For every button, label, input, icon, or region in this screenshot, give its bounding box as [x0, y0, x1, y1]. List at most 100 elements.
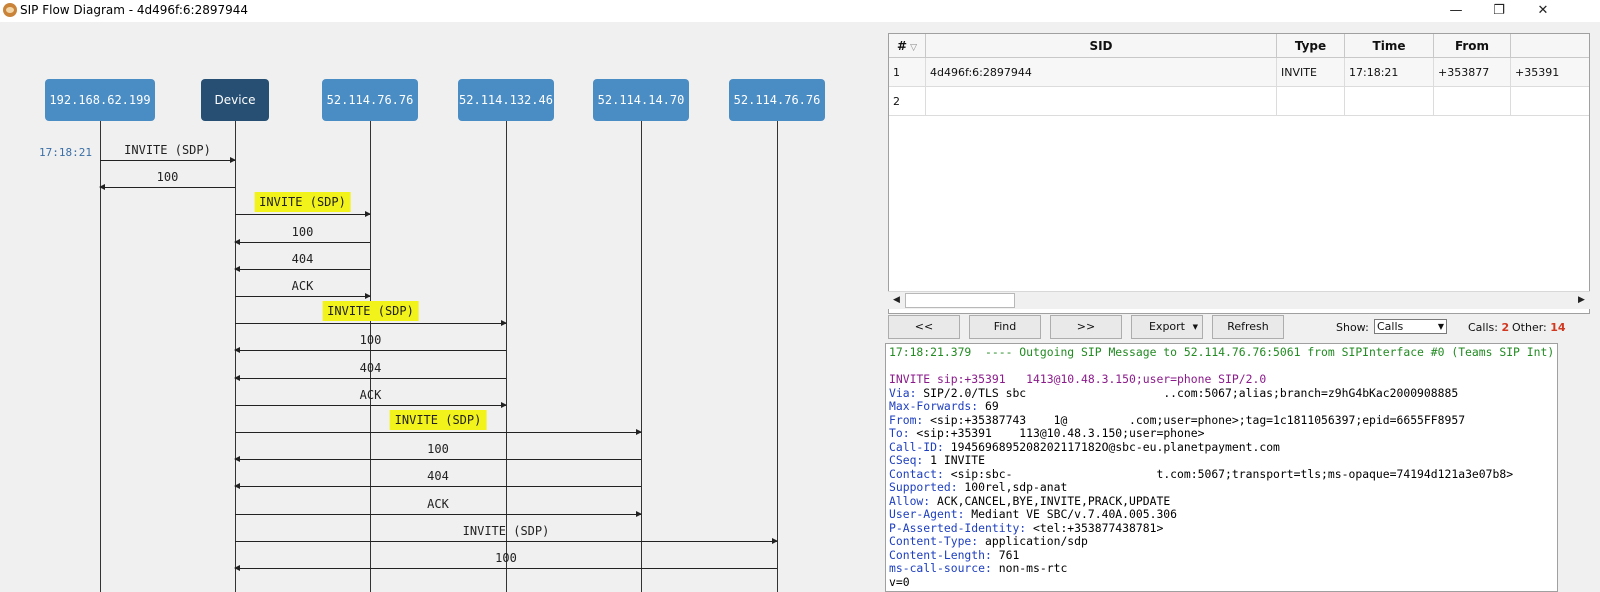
message-label[interactable]: 404	[357, 361, 385, 375]
other-label: Other:	[1512, 321, 1547, 334]
lifeline	[370, 120, 371, 592]
message-arrow[interactable]	[99, 184, 235, 190]
log-line: 17:18:21.379 ---- Outgoing SIP Message t…	[889, 345, 1557, 360]
restore-button[interactable]: ❐	[1477, 0, 1521, 22]
endpoint-box[interactable]: 192.168.62.199	[45, 79, 155, 121]
column-header-num[interactable]: # ▽	[889, 34, 926, 58]
next-button[interactable]: >>	[1050, 315, 1122, 339]
message-label[interactable]: INVITE (SDP)	[254, 192, 351, 212]
message-label[interactable]: 404	[424, 469, 452, 483]
column-header-type[interactable]: Type	[1277, 34, 1345, 58]
log-text: INVITE sip:+35391 1413@10.48.3.150;user=…	[889, 372, 1267, 386]
message-label[interactable]: 100	[289, 225, 317, 239]
scroll-left-icon[interactable]: ◀	[888, 292, 905, 309]
sip-message-log[interactable]: 17:18:21.379 ---- Outgoing SIP Message t…	[885, 343, 1558, 592]
minimize-button[interactable]: —	[1434, 0, 1478, 22]
message-arrow[interactable]	[235, 320, 507, 326]
header-name: Max-Forwards:	[889, 399, 979, 413]
message-arrow[interactable]	[235, 429, 642, 435]
column-header-more[interactable]	[1511, 34, 1589, 58]
header-name: ms-call-source:	[889, 561, 992, 575]
message-arrow[interactable]	[234, 239, 370, 245]
select-arrow-icon: ▼	[1437, 322, 1444, 331]
message-arrow[interactable]	[235, 511, 642, 517]
header-name: Allow:	[889, 493, 931, 508]
log-text: v=0	[889, 574, 910, 589]
table-row[interactable]: 2	[889, 87, 1589, 116]
refresh-button[interactable]: Refresh	[1212, 315, 1284, 339]
scroll-thumb[interactable]	[905, 293, 1015, 308]
title-bar: SIP Flow Diagram - 4d496f:6:2897944 — ❐ …	[0, 0, 1600, 22]
header-name: Supported:	[889, 480, 958, 494]
header-value: 69	[978, 399, 999, 413]
message-label[interactable]: 100	[154, 170, 182, 184]
header-value: 761	[991, 547, 1020, 562]
message-label[interactable]: 404	[289, 252, 317, 266]
message-time: 17:18:21	[39, 146, 92, 159]
cell-time: 17:18:21	[1345, 58, 1434, 87]
message-label[interactable]: 100	[357, 333, 385, 347]
cell-num: 2	[889, 87, 926, 116]
message-label[interactable]: 100	[492, 551, 520, 565]
header-name: Call-ID:	[889, 439, 944, 454]
sip-flow-diagram[interactable]: 17:18:21 192.168.62.199 Device 52.114.76.7…	[0, 22, 885, 592]
message-arrow[interactable]	[234, 347, 506, 353]
column-header-from[interactable]: From	[1434, 34, 1511, 58]
endpoint-box[interactable]: 52.114.132.46	[458, 79, 554, 121]
calls-label: Calls:	[1468, 321, 1498, 334]
message-arrow[interactable]	[235, 293, 371, 299]
horizontal-scrollbar[interactable]: ◀ ▶	[888, 291, 1590, 309]
message-label[interactable]: ACK	[289, 279, 317, 293]
table-row[interactable]: 1 4d496f:6:2897944 INVITE 17:18:21 +3538…	[889, 58, 1589, 87]
column-header-sid[interactable]: SID	[926, 34, 1277, 58]
message-arrow[interactable]	[235, 402, 507, 408]
previous-button[interactable]: <<	[888, 315, 960, 339]
log-line: Contact: <sip:sbc- t.com:5067;transport=…	[889, 466, 1557, 482]
sort-icon: ▽	[907, 43, 918, 53]
lifeline	[777, 120, 778, 592]
show-select[interactable]: Calls ▼	[1374, 319, 1447, 334]
column-header-time[interactable]: Time	[1345, 34, 1434, 58]
close-button[interactable]: ✕	[1521, 0, 1565, 22]
message-label[interactable]: ACK	[357, 388, 385, 402]
find-button[interactable]: Find	[969, 315, 1041, 339]
log-line: From: <sip:+35387743 1@ .com;user=phone>…	[889, 413, 1557, 428]
endpoint-box[interactable]: Device	[201, 79, 269, 121]
show-select-value: Calls	[1377, 320, 1404, 333]
log-line: CSeq: 1 INVITE	[889, 453, 1557, 468]
message-arrow[interactable]	[235, 211, 371, 217]
calls-grid[interactable]: # ▽ SID Type Time From 1 4d496f:6:289794…	[888, 33, 1590, 314]
message-arrow[interactable]	[100, 157, 236, 163]
endpoint-box[interactable]: 52.114.14.70	[593, 79, 689, 121]
calls-count-label: Calls: 2	[1468, 321, 1509, 334]
message-arrow[interactable]	[234, 266, 370, 272]
calls-count: 2	[1501, 321, 1510, 334]
message-label[interactable]: 100	[424, 442, 452, 456]
message-arrow[interactable]	[234, 565, 777, 571]
endpoint-box[interactable]: 52.114.76.76	[729, 79, 825, 121]
header-name: Content-Length:	[889, 547, 992, 562]
message-arrow[interactable]	[234, 375, 506, 381]
message-label[interactable]: ACK	[424, 497, 452, 511]
message-label[interactable]: INVITE (SDP)	[322, 301, 419, 321]
header-name: Contact:	[889, 466, 944, 481]
cell-type: INVITE	[1277, 58, 1345, 87]
export-label: Export	[1148, 320, 1185, 333]
header-name: To:	[889, 426, 910, 440]
header-value: 1945696895208202117182O@sbc-eu.planetpay…	[943, 439, 1280, 454]
header-value: 100rel,sdp-anat	[957, 480, 1068, 494]
message-arrow[interactable]	[235, 538, 778, 544]
message-arrow[interactable]	[234, 483, 641, 489]
message-label[interactable]: INVITE (SDP)	[389, 410, 487, 430]
export-button[interactable]: Export ▼	[1131, 315, 1203, 339]
cell-num: 1	[889, 58, 926, 87]
window-title: SIP Flow Diagram - 4d496f:6:2897944	[20, 3, 249, 17]
scroll-right-icon[interactable]: ▶	[1573, 292, 1590, 309]
endpoint-box[interactable]: 52.114.76.76	[322, 79, 418, 121]
message-label[interactable]: INVITE (SDP)	[121, 143, 214, 157]
header-name: Via:	[889, 385, 917, 400]
header-name: CSeq:	[889, 453, 924, 467]
message-label[interactable]: INVITE (SDP)	[460, 524, 553, 538]
message-arrow[interactable]	[234, 456, 641, 462]
lifeline	[641, 120, 642, 592]
